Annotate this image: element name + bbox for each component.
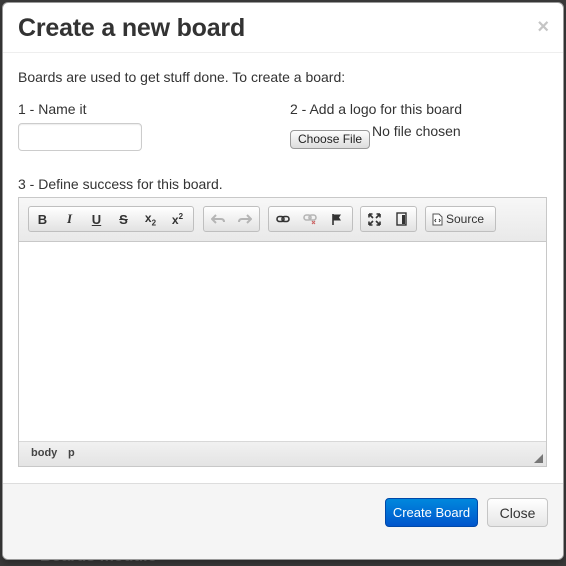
create-board-modal: Create a new board × Boards are used to …	[2, 2, 564, 560]
rich-text-editor: B I U S x2 x2 Source body p	[18, 197, 547, 467]
step1-label: 1 - Name it	[18, 101, 87, 117]
tools-group	[360, 206, 417, 232]
editor-content-area[interactable]	[19, 242, 546, 442]
strikethrough-icon[interactable]: S	[110, 207, 137, 231]
path-p[interactable]: p	[68, 447, 75, 459]
anchor-flag-icon[interactable]	[323, 207, 350, 231]
create-board-button[interactable]: Create Board	[385, 498, 478, 527]
step2-label: 2 - Add a logo for this board	[290, 101, 462, 117]
file-status-text: No file chosen	[372, 123, 461, 139]
modal-footer: Create Board Close	[3, 483, 563, 559]
source-label: Source	[446, 212, 485, 226]
redo-icon[interactable]	[231, 207, 258, 231]
intro-text: Boards are used to get stuff done. To cr…	[18, 69, 346, 85]
undo-icon[interactable]	[204, 207, 231, 231]
unlink-icon[interactable]	[296, 207, 323, 231]
path-body[interactable]: body	[31, 447, 57, 459]
choose-file-button[interactable]: Choose File	[290, 130, 371, 149]
underline-icon[interactable]: U	[83, 207, 110, 231]
italic-icon[interactable]: I	[56, 207, 83, 231]
editor-footer: body p	[19, 441, 546, 466]
superscript-icon[interactable]: x2	[164, 207, 191, 231]
basic-styles-group: B I U S x2 x2	[28, 206, 194, 232]
close-button[interactable]: Close	[487, 498, 548, 527]
resize-handle-icon[interactable]	[534, 454, 543, 463]
show-blocks-icon[interactable]	[388, 207, 415, 231]
board-name-input[interactable]	[18, 123, 142, 151]
source-group: Source	[425, 206, 496, 232]
subscript-icon[interactable]: x2	[137, 207, 164, 231]
step3-label: 3 - Define success for this board.	[18, 176, 223, 192]
source-button[interactable]: Source	[432, 212, 484, 226]
bold-icon[interactable]: B	[29, 207, 56, 231]
history-group	[203, 206, 260, 232]
close-icon[interactable]: ×	[537, 17, 549, 37]
maximize-icon[interactable]	[361, 207, 388, 231]
links-group	[268, 206, 353, 232]
modal-title: Create a new board	[18, 14, 246, 42]
link-icon[interactable]	[269, 207, 296, 231]
editor-toolbar: B I U S x2 x2 Source	[19, 198, 546, 242]
modal-header: Create a new board ×	[3, 3, 563, 53]
source-icon	[432, 213, 443, 225]
